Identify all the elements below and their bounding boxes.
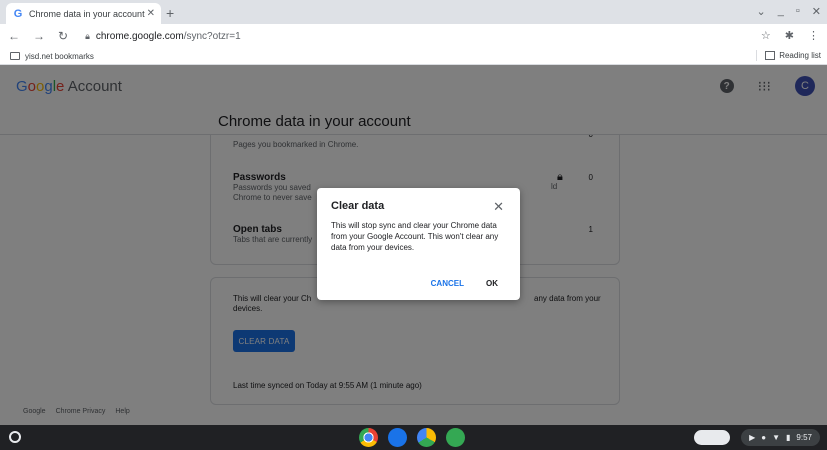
new-tab-button[interactable]: + <box>166 5 174 21</box>
reading-list-button[interactable]: Reading list <box>756 50 821 61</box>
clear-data-dialog: Clear data ✕ This will stop sync and cle… <box>317 188 520 300</box>
bookmarks-bar: yisd.net bookmarks Reading list <box>0 48 827 65</box>
cancel-button[interactable]: CANCEL <box>431 279 464 288</box>
reading-list-label: Reading list <box>779 51 821 60</box>
browser-toolbar: ← → ↻ 🔒︎ chrome.google.com/sync?otzr=1 ☆… <box>0 24 827 48</box>
chromeos-shelf: ▶ ● ▼ ▮ 9:57 <box>0 425 827 450</box>
status-tray[interactable]: ▶ ● ▼ ▮ 9:57 <box>741 429 820 446</box>
dialog-title: Clear data <box>331 200 385 212</box>
toolbar-right: ☆ ✱ ⋮ <box>761 29 819 42</box>
folder-icon <box>10 52 20 60</box>
close-window-button[interactable]: ✕ <box>812 5 821 18</box>
classroom-app-icon[interactable] <box>446 428 465 447</box>
launcher-icon[interactable] <box>9 431 21 443</box>
dialog-body: This will stop sync and clear your Chrom… <box>331 221 499 252</box>
tab-strip: G Chrome data in your account ✕ + ⌄ _ ▫ … <box>0 0 827 24</box>
battery-icon: ▮ <box>786 433 791 442</box>
wifi-icon: ▼ <box>772 433 781 442</box>
forward-arrow-icon[interactable]: → <box>33 29 45 43</box>
back-arrow-icon[interactable]: ← <box>8 29 20 43</box>
star-icon[interactable]: ☆ <box>761 29 771 42</box>
tab-search-icon[interactable]: ⌄ <box>757 5 766 18</box>
tab-close-icon[interactable]: ✕ <box>147 8 155 19</box>
chrome-app-icon[interactable] <box>359 428 378 447</box>
maximize-button[interactable]: ▫ <box>796 5 800 18</box>
clock: 9:57 <box>796 433 812 442</box>
lock-icon[interactable]: 🔒︎ <box>85 31 90 42</box>
minimize-button[interactable]: _ <box>778 5 784 18</box>
files-app-icon[interactable] <box>388 428 407 447</box>
reload-icon[interactable]: ↻ <box>58 29 68 43</box>
divider <box>756 50 758 61</box>
notification-icon: ● <box>761 433 767 442</box>
reading-list-icon <box>765 51 776 60</box>
browser-tab[interactable]: G Chrome data in your account ✕ <box>6 3 161 24</box>
tab-title: Chrome data in your account <box>29 8 145 19</box>
menu-icon[interactable]: ⋮ <box>808 29 819 42</box>
google-favicon-icon: G <box>13 7 23 20</box>
address-bar[interactable]: chrome.google.com/sync?otzr=1 <box>96 31 241 42</box>
url-path: /sync?otzr=1 <box>183 30 241 42</box>
bookmark-folder[interactable]: yisd.net bookmarks <box>25 52 94 61</box>
dialog-actions: CANCEL OK <box>431 279 498 288</box>
ok-button[interactable]: OK <box>486 279 498 288</box>
drive-app-icon[interactable] <box>417 428 436 447</box>
window-controls: ⌄ _ ▫ ✕ <box>757 5 821 18</box>
shelf-apps <box>359 428 465 447</box>
extensions-icon[interactable]: ✱ <box>785 29 794 42</box>
media-icon: ▶ <box>749 433 756 442</box>
url-host: chrome.google.com <box>95 30 184 42</box>
tray-pill[interactable] <box>694 430 730 445</box>
close-icon[interactable]: ✕ <box>493 199 504 215</box>
